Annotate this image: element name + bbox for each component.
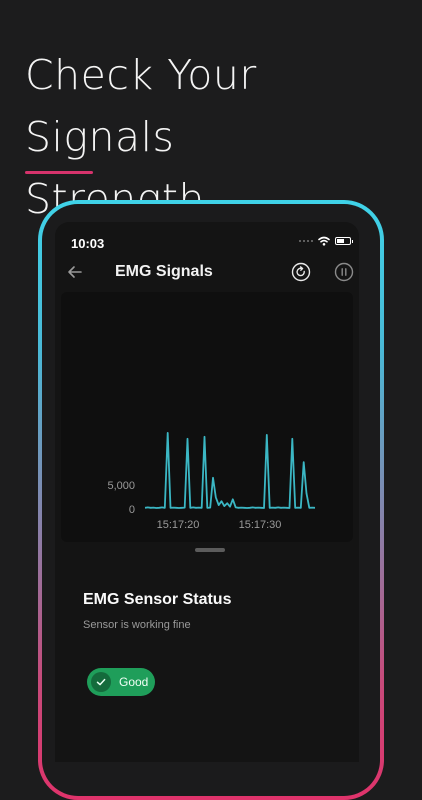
headline-underline	[25, 171, 93, 174]
app-screen: 10:03 EMG Signals 5,000 0 15:17:20 15:17…	[55, 222, 359, 762]
signal-dots-icon	[299, 240, 313, 242]
emg-chart: 5,000 0 15:17:20 15:17:30	[61, 292, 353, 542]
app-bar: EMG Signals	[55, 256, 359, 288]
sheet-drag-handle[interactable]	[195, 548, 225, 552]
refresh-icon[interactable]	[291, 262, 311, 282]
battery-icon	[335, 237, 353, 245]
check-icon	[91, 672, 111, 692]
y-tick-label: 5,000	[107, 480, 135, 492]
signal-series-line	[144, 431, 316, 509]
sensor-status-title: EMG Sensor Status	[83, 591, 232, 608]
wifi-icon	[318, 236, 330, 246]
status-badge-label: Good	[119, 675, 149, 689]
arrow-left-icon[interactable]	[65, 262, 85, 282]
page-title: EMG Signals	[115, 263, 213, 280]
x-tick-label: 15:17:20	[157, 519, 200, 531]
status-time: 10:03	[71, 236, 105, 251]
y-tick-label: 0	[129, 504, 135, 516]
headline-line-1: Check Your Signals	[25, 51, 257, 161]
x-tick-label: 15:17:30	[239, 519, 282, 531]
status-badge: Good	[87, 668, 155, 696]
emg-chart-svg: 5,000 0 15:17:20 15:17:30	[107, 431, 316, 531]
sensor-status-subtitle: Sensor is working fine	[83, 619, 191, 631]
status-icons	[299, 236, 353, 246]
pause-icon[interactable]	[334, 262, 354, 282]
